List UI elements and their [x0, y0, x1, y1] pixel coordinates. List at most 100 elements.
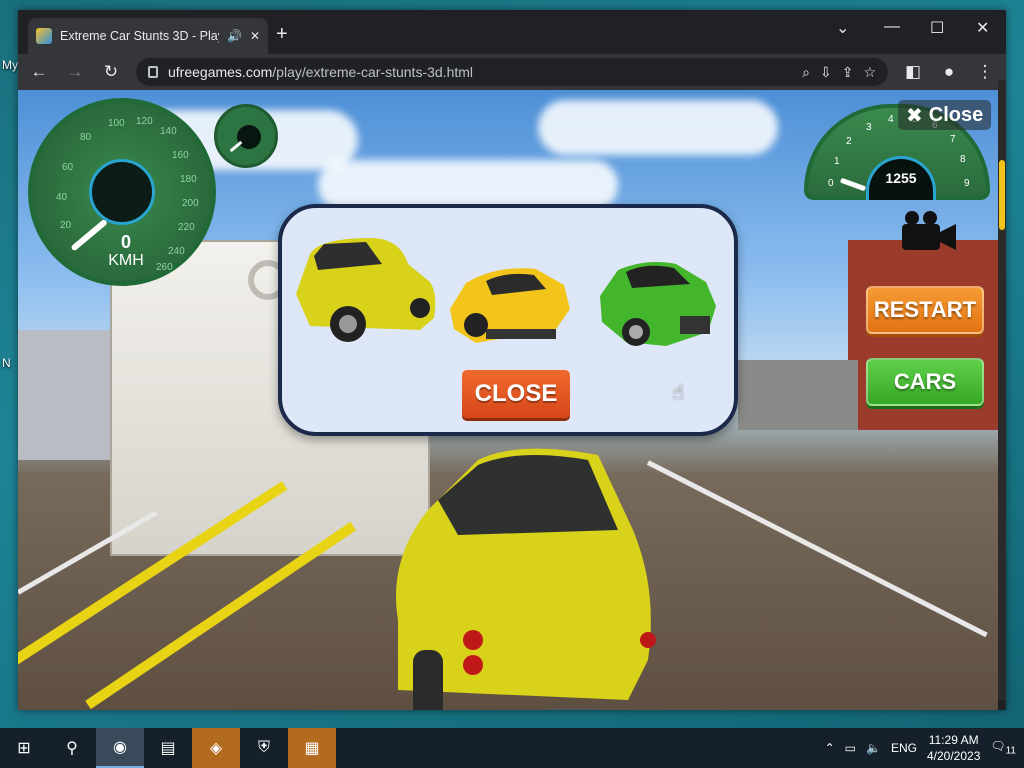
app-icon[interactable]: ◈: [192, 728, 240, 768]
new-tab-button[interactable]: +: [276, 24, 288, 44]
close-dialog-label: CLOSE: [474, 380, 558, 407]
clock-date: 4/20/2023: [926, 749, 981, 763]
close-tab-icon[interactable]: ✕: [250, 29, 260, 43]
audio-playing-icon[interactable]: 🔊: [227, 29, 242, 43]
tab-title: Extreme Car Stunts 3D - Play: [60, 29, 219, 43]
mini-gauge-hub: [237, 125, 261, 149]
car-option-coupe[interactable]: [596, 246, 720, 366]
camera-view-icon[interactable]: [900, 210, 958, 252]
car-option-mini[interactable]: [290, 234, 440, 354]
car-wheel: [413, 650, 443, 710]
browser-toolbar: ← → ↻ ufreegames.com/play/extreme-car-st…: [18, 54, 1006, 90]
url-host: ufreegames.com: [168, 64, 273, 80]
reload-button[interactable]: ↻: [100, 62, 122, 82]
speed-tick: 100: [108, 118, 125, 129]
tab-bar: Extreme Car Stunts 3D - Play 🔊 ✕ + ⌄ — ☐…: [18, 10, 1006, 54]
lock-icon[interactable]: [148, 66, 158, 78]
car-select-dialog: CLOSE ☝: [278, 204, 738, 436]
speedometer: 100 80 60 40 20 120 140 160 180 200 220 …: [28, 98, 216, 286]
road-marking: [646, 460, 988, 638]
chrome-icon[interactable]: ◉: [96, 728, 144, 768]
rpm-tick: 1: [834, 156, 840, 167]
clock-time: 11:29 AM: [928, 733, 979, 747]
taskbar: ⊞ ⚲ ◉ ▤ ◈ ⛨ ▦ ⌃ ▭ 🔈 ENG 11:29 AM 4/20/20…: [0, 728, 1024, 768]
player-car: [396, 448, 656, 710]
desktop-icon-label[interactable]: N: [2, 356, 11, 370]
rpm-tick: 3: [866, 122, 872, 133]
search-icon[interactable]: ⌕: [802, 64, 810, 81]
shipping-container: [18, 330, 118, 460]
system-tray: ⌃ ▭ 🔈 ENG 11:29 AM 4/20/2023 🗨11: [825, 728, 1024, 768]
menu-icon[interactable]: ⋮: [974, 62, 996, 82]
car-option-sports[interactable]: [446, 244, 576, 364]
site-favicon-icon: [36, 28, 52, 44]
clock[interactable]: 11:29 AM 4/20/2023: [927, 732, 980, 764]
scrollbar-thumb[interactable]: [999, 160, 1005, 230]
rpm-tick: 2: [846, 136, 852, 147]
close-dialog-button[interactable]: CLOSE ☝: [462, 370, 684, 418]
address-bar[interactable]: ufreegames.com/play/extreme-car-stunts-3…: [136, 58, 888, 86]
side-panel-icon[interactable]: ◧: [902, 62, 924, 82]
network-icon[interactable]: ▭: [845, 741, 856, 755]
page-scrollbar[interactable]: [998, 80, 1006, 700]
cars-button[interactable]: CARS: [866, 358, 984, 406]
profile-icon[interactable]: ●: [938, 62, 960, 82]
rpm-tick: 0: [828, 178, 834, 189]
speed-tick: 180: [180, 174, 197, 185]
speed-tick: 40: [56, 192, 68, 203]
restart-button[interactable]: RESTART: [866, 286, 984, 334]
speed-tick: 160: [172, 150, 189, 161]
rpm-needle: [839, 177, 867, 192]
car-tail-light: [640, 632, 656, 648]
speedometer-hub: [89, 159, 155, 225]
search-icon[interactable]: ⚲: [48, 728, 96, 768]
back-button[interactable]: ←: [28, 62, 50, 82]
mini-gauge: [214, 104, 278, 168]
language-indicator[interactable]: ENG: [891, 741, 917, 755]
speed-tick: 200: [182, 198, 199, 209]
car-option-wheel: [410, 298, 430, 318]
bookmark-star-icon[interactable]: ☆: [863, 64, 876, 81]
cloud: [538, 100, 778, 155]
shipping-container: [738, 360, 858, 430]
speed-tick: 20: [60, 220, 72, 231]
close-window-button[interactable]: ✕: [976, 18, 989, 38]
chevron-up-icon[interactable]: ⌃: [825, 741, 835, 755]
desktop-icon-label[interactable]: My: [2, 58, 18, 72]
volume-icon[interactable]: 🔈: [866, 741, 881, 755]
tab-game[interactable]: Extreme Car Stunts 3D - Play 🔊 ✕: [28, 18, 268, 54]
install-app-icon[interactable]: ⇩: [820, 64, 832, 81]
car-option-grille: [486, 329, 556, 339]
car-option-grille: [680, 316, 710, 334]
speed-tick: 60: [62, 162, 74, 173]
minimize-button[interactable]: —: [884, 18, 900, 36]
rpm-tick: 4: [888, 114, 894, 125]
tab-search-icon[interactable]: ⌄: [836, 18, 849, 38]
speed-tick: 140: [160, 126, 177, 137]
car-exhaust: [548, 708, 598, 710]
car-option-wheel: [464, 313, 488, 337]
url-path: /play/extreme-car-stunts-3d.html: [272, 64, 474, 80]
notification-count: 11: [1005, 745, 1016, 757]
windows-start-icon[interactable]: ⊞: [0, 728, 48, 768]
game-canvas[interactable]: 100 80 60 40 20 120 140 160 180 200 220 …: [18, 90, 998, 710]
rpm-value: 1255: [885, 170, 917, 186]
app-icon[interactable]: ▦: [288, 728, 336, 768]
file-explorer-icon[interactable]: ▤: [144, 728, 192, 768]
cloud: [318, 160, 618, 210]
hand-cursor-icon: ☝: [672, 382, 685, 404]
rpm-tick: 7: [950, 134, 956, 145]
mini-gauge-needle: [229, 140, 243, 153]
close-game-button[interactable]: ✖ Close: [898, 100, 992, 130]
maximize-button[interactable]: ☐: [930, 18, 944, 38]
share-icon[interactable]: ⇪: [842, 64, 854, 81]
browser-window: Extreme Car Stunts 3D - Play 🔊 ✕ + ⌄ — ☐…: [18, 10, 1006, 710]
notification-icon[interactable]: 🗨11: [990, 739, 1016, 756]
security-shield-icon[interactable]: ⛨: [240, 728, 288, 768]
forward-button[interactable]: →: [64, 62, 86, 82]
car-tail-light: [463, 655, 483, 675]
car-tail-light: [463, 630, 483, 650]
speed-unit: KMH: [108, 252, 144, 269]
close-game-label: Close: [928, 103, 984, 126]
speed-value: 0: [120, 232, 131, 252]
